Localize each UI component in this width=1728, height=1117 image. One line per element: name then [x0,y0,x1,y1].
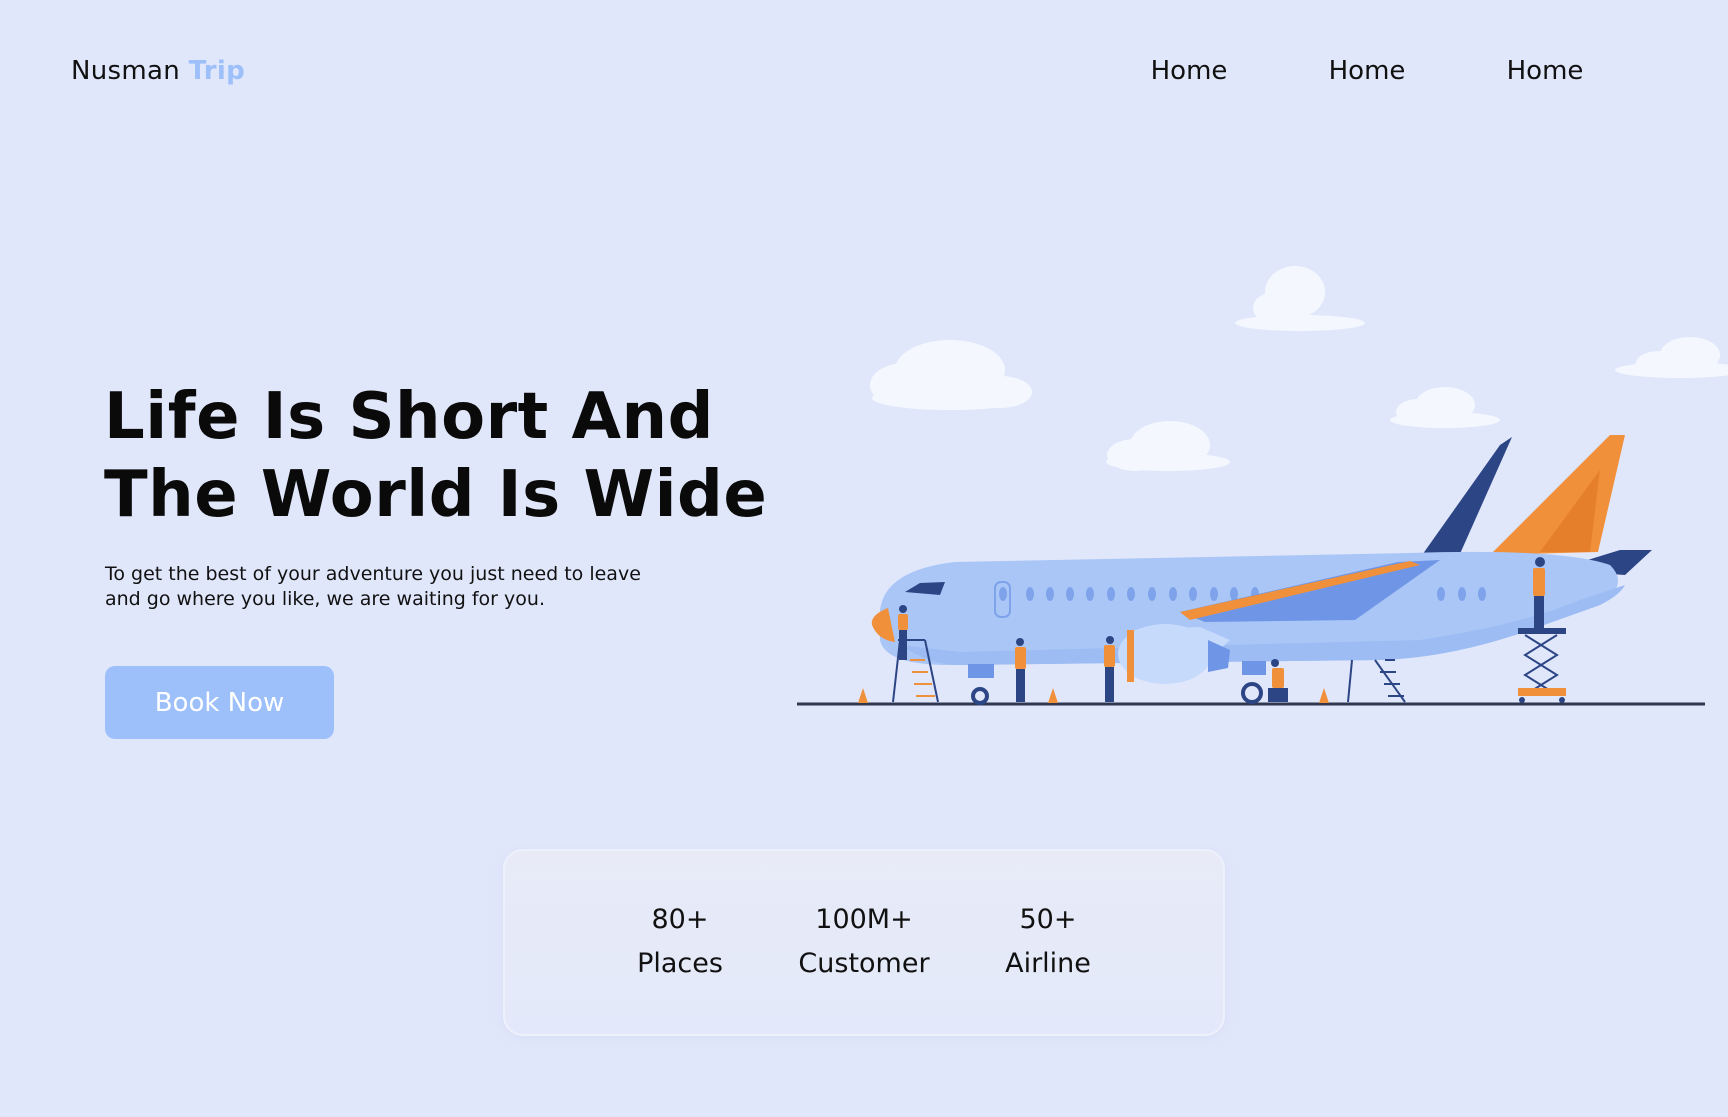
subtext-line-2: and go where you like, we are waiting fo… [105,588,545,610]
stat-value: 100M+ [815,903,913,935]
stat-customer: 100M+ Customer [772,899,956,987]
book-now-button[interactable]: Book Now [105,666,334,739]
logo-accent: Trip [188,56,246,86]
nav-link-home-2[interactable]: Home [1278,56,1456,86]
cloud-icon [1106,421,1230,471]
stat-value: 50+ [1019,903,1077,935]
landing-page: Nusman Trip Home Home Home Life Is Short… [0,0,1728,1117]
worker-icon [1104,636,1115,702]
logo[interactable]: Nusman Trip [71,56,245,86]
hero-headline: Life Is Short And The World Is Wide [104,378,784,534]
cloud-icon [1235,266,1365,331]
subtext-line-1: To get the best of your adventure you ju… [105,563,641,585]
stat-value: 80+ [651,903,709,935]
headline-line-1: Life Is Short And [104,380,714,454]
cloud-icon [870,340,1032,410]
logo-main: Nusman [71,56,181,86]
cloud-icon [1615,337,1728,378]
stat-airline: 50+ Airline [956,899,1140,987]
stat-label: Places [637,947,723,979]
airplane-maintenance-illustration [797,266,1728,706]
headline-line-2: The World Is Wide [104,458,768,532]
cloud-icon [1390,387,1500,428]
nav-link-home-3[interactable]: Home [1456,56,1634,86]
stat-label: Customer [798,947,930,979]
worker-icon [1015,638,1026,702]
stat-places: 80+ Places [588,899,772,987]
hero-subtext: To get the best of your adventure you ju… [105,562,685,612]
stat-label: Airline [1005,947,1091,979]
worker-icon [1268,659,1288,702]
stats-card: 80+ Places 100M+ Customer 50+ Airline [503,849,1225,1036]
main-nav: Home Home Home [1100,56,1634,86]
nav-link-home-1[interactable]: Home [1100,56,1278,86]
